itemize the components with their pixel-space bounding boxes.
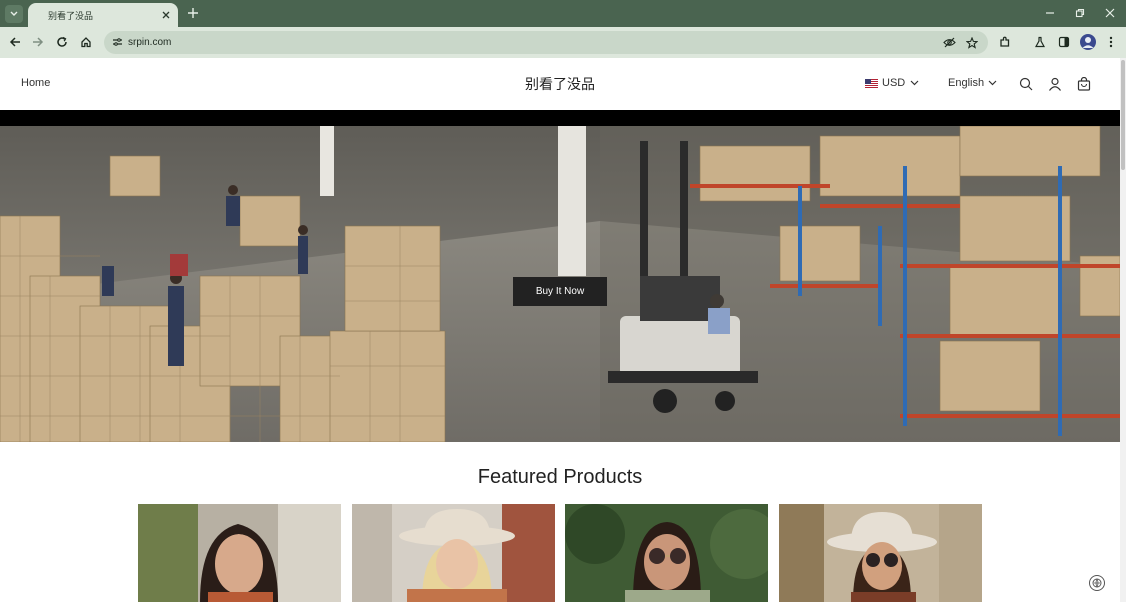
- chevron-down-icon: [910, 80, 919, 86]
- us-flag-icon: [865, 78, 878, 88]
- minimize-icon[interactable]: [1043, 6, 1057, 20]
- cart-icon[interactable]: [1076, 76, 1091, 91]
- reload-icon[interactable]: [54, 34, 70, 50]
- product-image: [779, 504, 982, 602]
- site-info-icon[interactable]: [110, 35, 124, 49]
- featured-products-title: Featured Products: [477, 466, 643, 488]
- chevron-down-icon: [988, 80, 997, 86]
- scrollbar-thumb[interactable]: [1121, 60, 1125, 170]
- hero-banner: Buy It Now: [0, 126, 1120, 442]
- site-header: Home 别看了没品 USD English: [0, 58, 1120, 110]
- url-text: srpin.com: [128, 37, 172, 48]
- star-icon[interactable]: [964, 35, 979, 50]
- menu-icon[interactable]: [1103, 34, 1119, 50]
- close-icon[interactable]: [160, 9, 172, 21]
- chat-widget-icon[interactable]: [1089, 575, 1105, 591]
- currency-label: USD: [882, 77, 906, 89]
- buy-it-now-button[interactable]: Buy It Now: [513, 277, 607, 306]
- forward-icon[interactable]: [30, 34, 46, 50]
- product-card[interactable]: [779, 504, 982, 602]
- page-scrollbar[interactable]: [1120, 58, 1126, 602]
- account-icon[interactable]: [1047, 76, 1062, 91]
- language-selector[interactable]: English: [948, 77, 997, 89]
- currency-selector[interactable]: USD: [865, 77, 919, 89]
- browser-toolbar: srpin.com: [0, 27, 1126, 58]
- profile-icon[interactable]: [1080, 34, 1096, 50]
- sidebar-icon[interactable]: [1056, 34, 1072, 50]
- extensions-icon[interactable]: [997, 34, 1013, 50]
- product-image: [138, 504, 341, 602]
- labs-icon[interactable]: [1032, 34, 1048, 50]
- restore-icon[interactable]: [1073, 6, 1087, 20]
- browser-tab[interactable]: 别看了没品: [28, 3, 178, 27]
- tab-list-icon[interactable]: [5, 5, 23, 23]
- back-icon[interactable]: [7, 34, 23, 50]
- product-image: [352, 504, 555, 602]
- search-icon[interactable]: [1018, 76, 1033, 91]
- address-bar[interactable]: srpin.com: [104, 31, 988, 54]
- language-label: English: [948, 77, 985, 89]
- tab-strip: 别看了没品: [0, 0, 1126, 27]
- browser-chrome: 别看了没品 srpin.com: [0, 0, 1126, 58]
- hero-top-bar: [0, 110, 1120, 126]
- tab-title: 别看了没品: [48, 12, 94, 22]
- product-card[interactable]: [352, 504, 555, 602]
- new-tab-icon[interactable]: [186, 6, 200, 20]
- home-icon[interactable]: [78, 34, 94, 50]
- eye-off-icon[interactable]: [942, 35, 957, 50]
- product-card[interactable]: [565, 504, 768, 602]
- window-close-icon[interactable]: [1103, 6, 1117, 20]
- product-card[interactable]: [138, 504, 341, 602]
- product-image: [565, 504, 768, 602]
